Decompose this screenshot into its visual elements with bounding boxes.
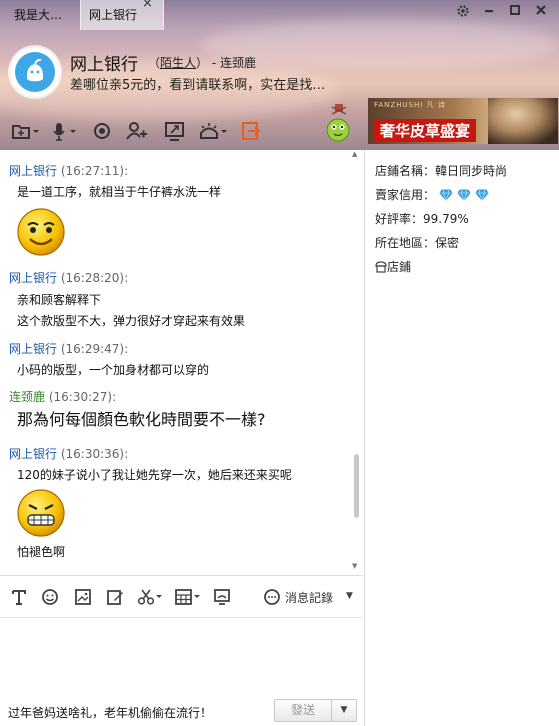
diamond-icon: [439, 189, 453, 201]
input-toolbar: 消息記錄 ▼: [0, 575, 363, 618]
store-link-label[interactable]: 店鋪: [387, 260, 411, 274]
message-sender: 网上银行: [9, 164, 58, 178]
tab-chat-1[interactable]: 我是大…: [14, 0, 62, 30]
message-header: 连颈鹿 (16:30:27):: [9, 388, 116, 405]
message-header: 网上银行 (16:27:11):: [9, 162, 128, 179]
history-button[interactable]: 消息記錄: [285, 589, 333, 606]
history-icon[interactable]: [263, 588, 281, 606]
scroll-up-icon[interactable]: ▲: [352, 150, 357, 158]
region-value: 保密: [435, 236, 460, 250]
message-header: 网上银行 (16:30:36):: [9, 445, 128, 462]
store-icon: [375, 261, 387, 276]
microphone-icon[interactable]: [50, 120, 80, 142]
region-row: 所在地區：保密: [375, 234, 459, 251]
send-options-icon[interactable]: ▼: [331, 699, 357, 722]
avatar-icon: [15, 52, 55, 92]
calculator-icon[interactable]: [175, 588, 203, 606]
relation-suffix: - 连颈鹿: [208, 56, 257, 70]
rating-value: 99.79%: [423, 212, 469, 226]
grin-emoji: [16, 488, 66, 538]
maximize-icon[interactable]: [507, 4, 523, 20]
message-sender: 网上银行: [9, 271, 58, 285]
message-header: 网上银行 (16:29:47):: [9, 340, 128, 357]
contact-name: 网上银行: [70, 55, 138, 75]
ad-brand: FANZHUSHI 凡 诗: [374, 101, 446, 109]
shop-name-label: 店鋪名稱：: [375, 164, 436, 178]
contact-avatar[interactable]: [10, 47, 60, 97]
mascot-icon[interactable]: [324, 104, 352, 142]
message-list: 网上银行 (16:27:11): 是一道工序，就相当于牛仔裤水洗一样 网上银行 …: [0, 150, 363, 575]
remote-assist-icon[interactable]: [198, 120, 230, 142]
exit-icon[interactable]: [240, 120, 262, 142]
message-text: 亲和顾客解释下: [17, 293, 102, 307]
video-icon[interactable]: [92, 120, 112, 142]
add-contact-icon[interactable]: [126, 120, 148, 142]
message-text: 120的妹子说小了我让她先穿一次，她后来还来买呢: [17, 468, 292, 482]
message-text: 这个款版型不大，弹力很好才穿起来有效果: [17, 314, 246, 328]
seller-credit-row: 賣家信用：: [375, 186, 489, 203]
ad-model-image: [488, 98, 558, 144]
message-sender: 连颈鹿: [9, 390, 46, 404]
close-icon[interactable]: [533, 4, 549, 20]
message-input[interactable]: [0, 617, 363, 696]
relation-open: （: [148, 56, 161, 70]
chat-header: 我是大… 网上银行 × 网上银行 （陌生人） - 连颈鹿 差哪位亲5元的，看到请…: [0, 0, 559, 150]
history-dropdown-icon[interactable]: ▼: [346, 591, 353, 601]
folder-share-icon[interactable]: [10, 120, 40, 142]
contact-relation: （陌生人） - 连颈鹿: [148, 54, 256, 71]
message-text: 小码的版型，一个加身材都可以穿的: [17, 363, 210, 377]
message-time: (16:30:36):: [60, 447, 129, 461]
chat-toolbar: [10, 120, 270, 144]
tab-strip: 我是大… 网上银行 ×: [0, 0, 559, 30]
edit-icon[interactable]: [106, 588, 124, 606]
message-time: (16:30:27):: [48, 390, 117, 404]
screen-share-icon[interactable]: [164, 120, 186, 142]
message-text: 那為何每個顏色軟化時間要不一樣?: [17, 410, 266, 429]
smile-emoji: [16, 207, 66, 257]
message-scrollbar[interactable]: ▲ ▼: [351, 150, 361, 572]
promo-link[interactable]: 过年爸妈送啥礼，老年机偷偷在流行！: [8, 704, 212, 721]
scroll-down-icon[interactable]: ▼: [352, 562, 357, 570]
message-time: (16:28:20):: [60, 271, 129, 285]
store-link[interactable]: 店鋪: [375, 258, 411, 276]
emoji-icon[interactable]: [41, 588, 59, 606]
message-text: 怕褪色啊: [17, 545, 66, 559]
settings-icon[interactable]: [455, 4, 471, 20]
relation-close: ）: [196, 56, 209, 70]
diamond-icon: [457, 189, 471, 201]
font-icon[interactable]: [10, 588, 28, 606]
message-header: 网上银行 (16:28:20):: [9, 269, 128, 286]
seller-credit-label: 賣家信用：: [375, 188, 436, 202]
shop-name-row: 店鋪名稱：韓日同步時尚: [375, 162, 507, 179]
message-time: (16:29:47):: [60, 342, 129, 356]
scroll-thumb[interactable]: [354, 454, 359, 518]
scissors-icon[interactable]: [137, 588, 165, 606]
region-label: 所在地區：: [375, 236, 436, 250]
ad-banner[interactable]: FANZHUSHI 凡 诗 奢华皮草盛宴: [368, 98, 558, 144]
message-time: (16:27:11):: [60, 164, 129, 178]
diamond-icon: [474, 189, 489, 201]
contact-signature: 差哪位亲5元的，看到请联系啊，实在是找…: [70, 78, 326, 93]
send-button[interactable]: 發送: [274, 699, 332, 722]
tab-close-icon[interactable]: ×: [142, 0, 153, 11]
rating-row: 好評率：99.79%: [375, 210, 469, 227]
message-sender: 网上银行: [9, 447, 58, 461]
bottom-bar: 过年爸妈送啥礼，老年机偷偷在流行！ 發送 ▼: [0, 695, 363, 726]
minimize-icon[interactable]: [481, 4, 497, 20]
image-icon[interactable]: [74, 588, 92, 606]
ad-label: 奢华皮草盛宴: [374, 119, 477, 142]
shop-info-panel: 店鋪名稱：韓日同步時尚 賣家信用： 好評率：99.79% 所在地區：保密 店鋪: [364, 150, 559, 726]
relation-label[interactable]: 陌生人: [160, 56, 196, 70]
message-text: 是一道工序，就相当于牛仔裤水洗一样: [17, 185, 222, 199]
rating-label: 好評率：: [375, 212, 424, 226]
screen-icon[interactable]: [213, 588, 231, 606]
shop-name-value: 韓日同步時尚: [435, 164, 508, 178]
message-sender: 网上银行: [9, 342, 58, 356]
